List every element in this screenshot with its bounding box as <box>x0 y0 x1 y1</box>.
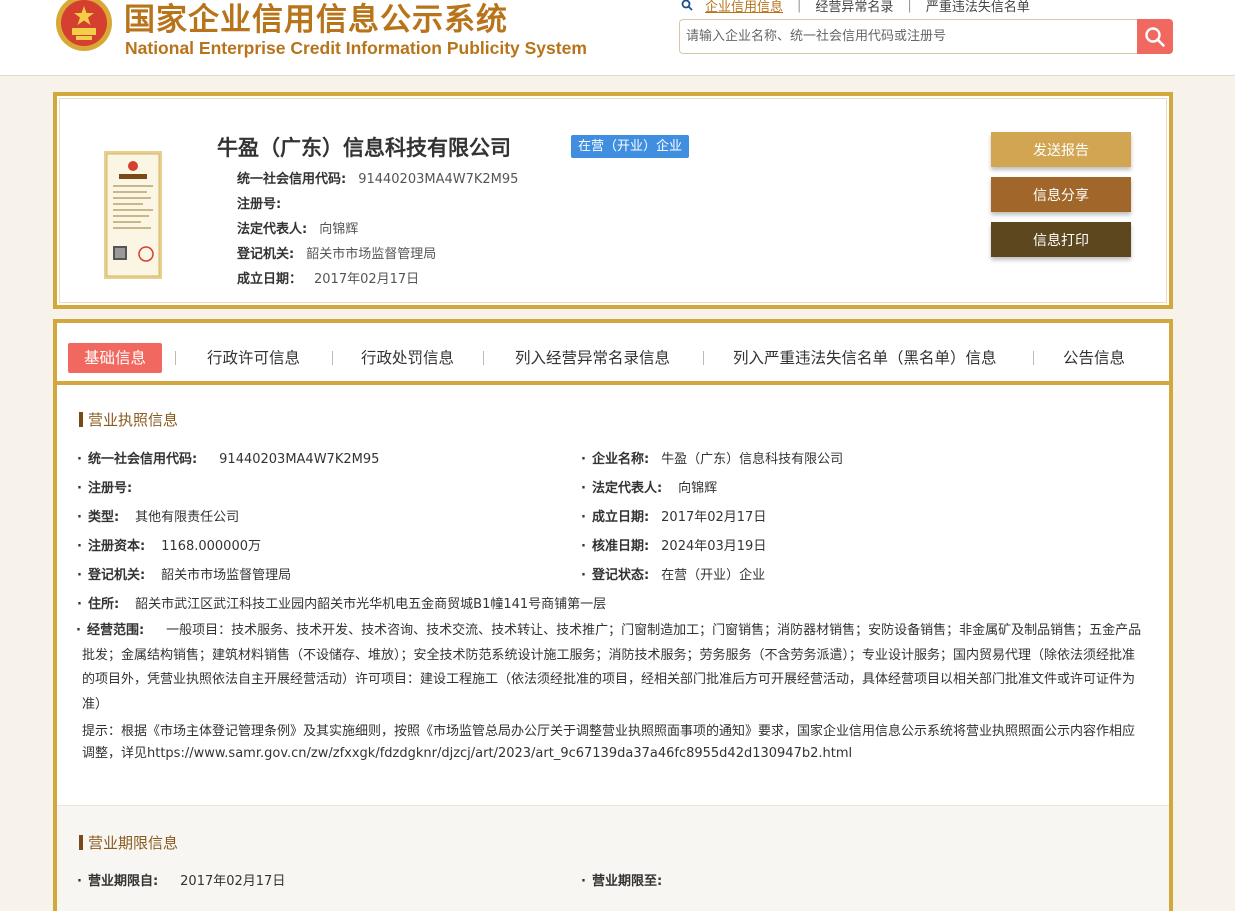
card-row-authority: 登记机关: 韶关市市场监督管理局 <box>237 247 437 262</box>
section-title-term: 营业期限信息 <box>79 832 178 853</box>
national-emblem-icon <box>56 0 112 51</box>
field-credit-code: · 统一社会信用代码: 91440203MA4W7K2M95 <box>77 452 380 467</box>
field-term-from: · 营业期限自: 2017年02月17日 <box>77 874 286 889</box>
search-icon <box>1145 26 1165 47</box>
site-title-cn: 国家企业信用信息公示系统 <box>124 2 508 38</box>
print-info-button[interactable]: 信息打印 <box>991 222 1131 257</box>
tab-abnormal-list[interactable]: 列入经营异常名录信息 <box>515 343 670 373</box>
notice-tip: 提示：根据《市场主体登记管理条例》及其实施细则，按照《市场监管总局办公厅关于调整… <box>82 724 1136 761</box>
nav-divider: | <box>907 0 912 13</box>
top-nav: 企业信用信息 | 经营异常名录 | 严重违法失信名单 <box>681 0 1030 15</box>
field-reg-status: · 登记状态: 在营（开业）企业 <box>581 568 766 583</box>
tab-admin-license[interactable]: 行政许可信息 <box>207 343 300 373</box>
send-report-button[interactable]: 发送报告 <box>991 132 1131 167</box>
header: 国家企业信用信息公示系统 National Enterprise Credit … <box>0 0 1235 76</box>
section-title-license: 营业执照信息 <box>79 409 178 430</box>
search-input[interactable] <box>679 19 1137 54</box>
nav-link-blacklist[interactable]: 严重违法失信名单 <box>926 0 1030 15</box>
card-row-reg-no: 注册号: <box>237 197 282 212</box>
share-info-button[interactable]: 信息分享 <box>991 177 1131 212</box>
tab-admin-penalty[interactable]: 行政处罚信息 <box>361 343 454 373</box>
site-title-en: National Enterprise Credit Information P… <box>125 38 587 58</box>
tab-blacklist[interactable]: 列入严重违法失信名单（黑名单）信息 <box>733 343 997 373</box>
nav-link-credit-info[interactable]: 企业信用信息 <box>705 0 783 15</box>
tab-basic-info[interactable]: 基础信息 <box>68 343 163 373</box>
field-type: · 类型: 其他有限责任公司 <box>77 510 240 525</box>
search-icon <box>681 0 693 11</box>
status-badge: 在营（开业）企业 <box>571 135 690 158</box>
search-button[interactable] <box>1137 19 1173 54</box>
field-legal-rep: · 法定代表人: 向锦辉 <box>581 481 718 496</box>
tab-announcements[interactable]: 公告信息 <box>1063 343 1125 373</box>
field-reg-no: · 注册号: <box>77 481 133 496</box>
card-row-est-date: 成立日期： 2017年02月17日 <box>237 272 420 287</box>
term-section: 营业期限信息 · 营业期限自: 2017年02月17日 · 营业期限至: <box>57 805 1169 911</box>
field-term-to: · 营业期限至: <box>581 874 663 889</box>
field-address: · 住所: 韶关市武江区武江科技工业园内韶关市光华机电五金商贸城B1幢141号商铺第… <box>77 597 607 612</box>
nav-link-abnormal-list[interactable]: 经营异常名录 <box>815 0 893 15</box>
field-authority: · 登记机关: 韶关市市场监督管理局 <box>77 568 292 583</box>
field-est-date: · 成立日期: 2017年02月17日 <box>581 510 767 525</box>
field-approval-date: · 核准日期: 2024年03月19日 <box>581 539 767 554</box>
business-license-thumbnail[interactable] <box>104 151 162 279</box>
field-company-name: · 企业名称: 牛盈（广东）信息科技有限公司 <box>581 452 844 467</box>
card-row-credit-code: 统一社会信用代码: 91440203MA4W7K2M95 <box>237 172 519 187</box>
tab-bar: 基础信息 行政许可信息 行政处罚信息 列入经营异常名录信息 列入严重违法失信名单… <box>57 323 1169 385</box>
nav-divider: | <box>797 0 802 13</box>
company-name: 牛盈（广东）信息科技有限公司 <box>217 136 511 160</box>
card-row-legal-rep: 法定代表人: 向锦辉 <box>237 222 359 237</box>
company-card: 牛盈（广东）信息科技有限公司 在营（开业）企业 统一社会信用代码: 9144020… <box>53 92 1173 309</box>
field-business-scope: · 经营范围: 一般项目：技术服务、技术开发、技术咨询、技术交流、技术转让、技术推广… <box>76 623 1142 712</box>
detail-panel: 基础信息 行政许可信息 行政处罚信息 列入经营异常名录信息 列入严重违法失信名单… <box>53 319 1173 911</box>
field-capital: · 注册资本: 1168.000000万 <box>77 539 261 554</box>
